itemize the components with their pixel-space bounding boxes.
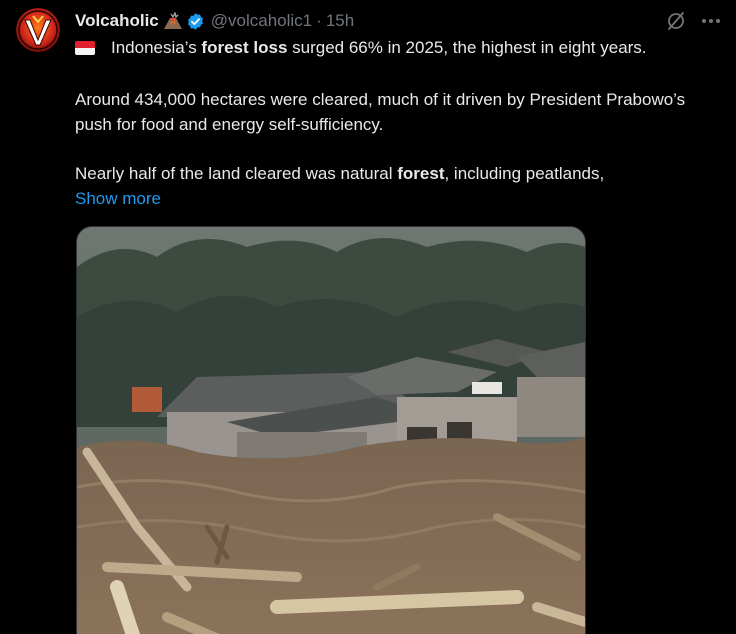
tweet[interactable]: Volcaholic @volcaholic1 · 15h Indonesia’…: [0, 0, 736, 634]
avatar[interactable]: [16, 8, 60, 52]
show-more-link[interactable]: Show more: [75, 186, 161, 211]
tweet-text-paragraph-3: Nearly half of the land cleared was natu…: [75, 161, 715, 186]
volcaholic-logo-icon: [16, 8, 60, 52]
indonesia-flag-icon: [75, 40, 95, 55]
flood-scene-image: [77, 227, 585, 634]
grok-icon[interactable]: [666, 11, 686, 31]
handle[interactable]: @volcaholic1: [211, 11, 312, 31]
timestamp[interactable]: 15h: [326, 11, 354, 31]
text-segment: , including peatlands,: [444, 164, 605, 183]
bold-text-forest-loss: forest loss: [201, 38, 288, 57]
tweet-text-line1: Indonesia’s forest loss surged 66% in 20…: [75, 35, 715, 60]
bold-text-forest: forest: [397, 164, 445, 183]
tweet-media-video[interactable]: [76, 226, 586, 634]
text-segment: Nearly half of the land cleared was natu…: [75, 164, 398, 183]
text-segment: Indonesia’s: [111, 38, 202, 57]
verified-badge-icon[interactable]: [186, 12, 205, 31]
tweet-text-paragraph-2: Around 434,000 hectares were cleared, mu…: [75, 90, 686, 134]
text-segment: surged 66% in 2025, the highest in eight…: [287, 38, 647, 57]
separator-dot: ·: [316, 11, 322, 30]
tweet-header: Volcaholic @volcaholic1 · 15h: [75, 10, 354, 32]
display-name[interactable]: Volcaholic: [75, 11, 159, 31]
more-options-icon[interactable]: [699, 11, 723, 31]
volcano-icon: [163, 10, 183, 30]
